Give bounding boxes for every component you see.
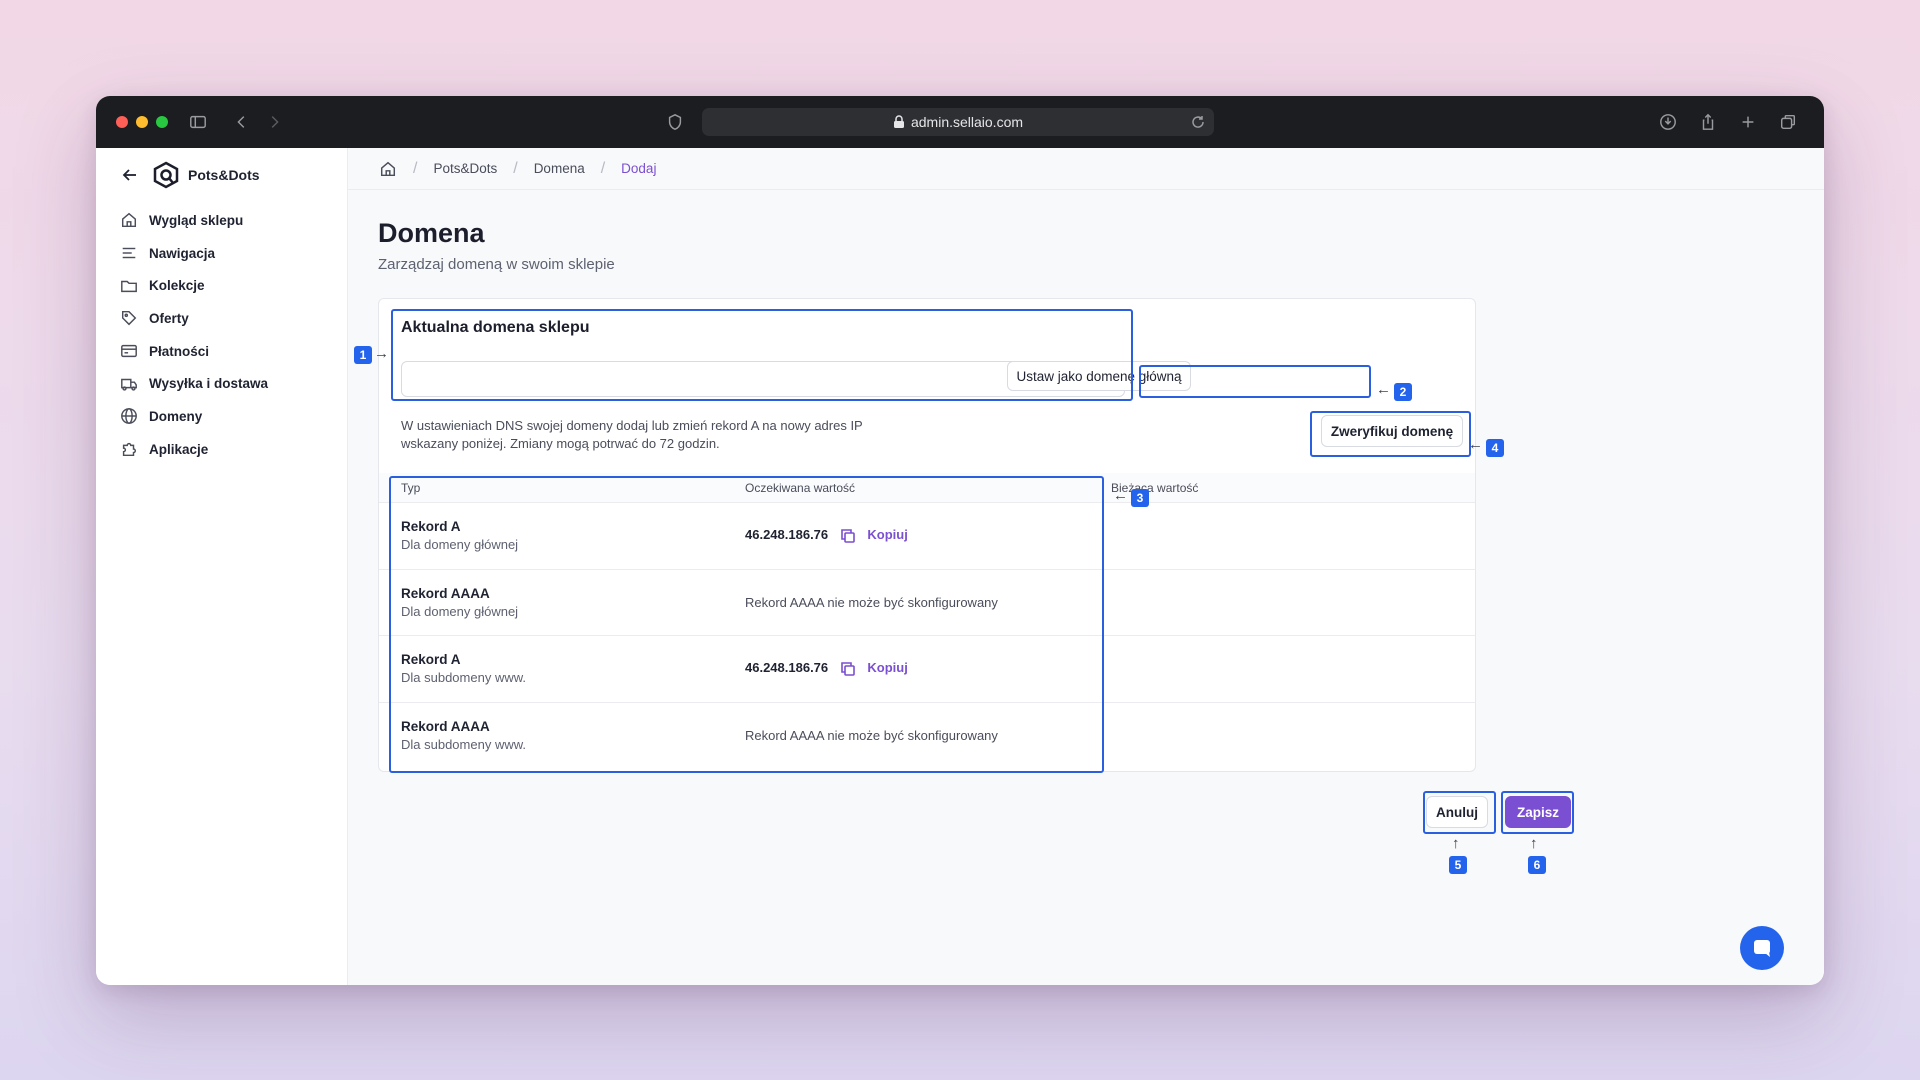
sidebar-header: Pots&Dots	[120, 160, 260, 190]
sidebar-item-label: Nawigacja	[149, 245, 216, 261]
window-controls	[116, 116, 168, 128]
address-bar[interactable]: admin.sellaio.com	[702, 108, 1214, 136]
annotation-badge-1: 1	[354, 346, 372, 364]
menu-lines-icon	[122, 247, 136, 259]
annotation-badge-2: 2	[1394, 383, 1412, 401]
chat-support-button[interactable]	[1740, 926, 1784, 970]
annotation-badge-5: 5	[1449, 856, 1467, 874]
home-icon	[121, 213, 137, 228]
globe-icon	[121, 408, 137, 425]
breadcrumb-separator: /	[513, 159, 518, 177]
annotation-box-6	[1501, 791, 1574, 834]
sidebar-item-label: Aplikacje	[149, 441, 209, 457]
sidebar-item-wysylka[interactable]: Wysyłka i dostawa	[120, 367, 340, 400]
close-window-button[interactable]	[116, 116, 128, 128]
share-icon[interactable]	[1696, 110, 1720, 134]
arrow-left-icon: ←	[1468, 436, 1483, 453]
annotation-box-5	[1423, 791, 1496, 834]
sidebar-item-label: Płatności	[149, 343, 210, 359]
store-logo-icon	[153, 161, 179, 189]
arrow-left-icon: ←	[1376, 381, 1391, 398]
breadcrumb-domena[interactable]: Domena	[534, 161, 585, 176]
arrow-up-icon: ↑	[1452, 835, 1460, 852]
annotation-box-2	[1139, 365, 1371, 398]
sidebar-item-label: Domeny	[149, 408, 203, 424]
reload-icon[interactable]	[1190, 114, 1206, 130]
puzzle-icon	[122, 443, 136, 457]
breadcrumb-separator: /	[600, 159, 606, 177]
page-subtitle: Zarządzaj domeną w swoim sklepie	[378, 256, 615, 273]
sidebar-item-aplikacje[interactable]: Aplikacje	[120, 433, 340, 466]
truck-icon	[121, 378, 137, 391]
download-icon[interactable]	[1656, 110, 1680, 134]
sidebar: Pots&Dots Wygląd sklepu Nawigacja Kolekc…	[96, 148, 348, 985]
dns-instructions: W ustawieniach DNS swojej domeny dodaj l…	[401, 418, 863, 451]
breadcrumb-current: Dodaj	[621, 161, 657, 176]
privacy-shield-icon[interactable]	[663, 110, 687, 134]
maximize-window-button[interactable]	[156, 116, 168, 128]
annotation-box-4	[1310, 411, 1471, 457]
arrow-up-icon: ↑	[1530, 835, 1538, 852]
domain-card: Aktualna domena sklepu Ustaw jako domenę…	[378, 298, 1476, 773]
sidebar-item-label: Oferty	[149, 310, 189, 326]
tag-icon	[121, 311, 137, 326]
sidebar-item-label: Kolekcje	[149, 278, 205, 294]
chat-bubble-icon	[1754, 940, 1770, 957]
annotation-box-1	[391, 309, 1133, 401]
annotation-badge-4: 4	[1486, 439, 1504, 457]
sidebar-nav: Wygląd sklepu Nawigacja Kolekcje Oferty …	[120, 204, 340, 466]
arrow-left-icon: ←	[1113, 487, 1128, 504]
sidebar-item-wyglad-sklepu[interactable]: Wygląd sklepu	[120, 204, 340, 237]
forward-nav-icon[interactable]	[262, 110, 286, 134]
store-name[interactable]: Pots&Dots	[188, 167, 260, 183]
new-tab-icon[interactable]	[1736, 110, 1760, 134]
browser-titlebar: admin.sellaio.com	[96, 96, 1824, 148]
folder-icon	[121, 280, 137, 292]
main-content: / Pots&Dots / Domena / Dodaj Domena Zarz…	[348, 148, 1824, 985]
header-current: Bieżąca wartość	[1111, 480, 1199, 495]
lock-icon	[893, 115, 904, 128]
card-icon	[121, 344, 137, 358]
home-breadcrumb-icon[interactable]	[379, 160, 397, 178]
annotation-box-3	[389, 476, 1104, 773]
sidebar-item-kolekcje[interactable]: Kolekcje	[120, 269, 340, 302]
sidebar-item-platnosci[interactable]: Płatności	[120, 335, 340, 368]
browser-window: admin.sellaio.com Pots&Dots Wygląd sklep…	[96, 96, 1824, 985]
tabs-overview-icon[interactable]	[1776, 110, 1800, 134]
back-arrow-icon[interactable]	[120, 165, 140, 185]
annotation-badge-3: 3	[1131, 489, 1149, 507]
sidebar-item-nawigacja[interactable]: Nawigacja	[120, 237, 340, 270]
breadcrumb: / Pots&Dots / Domena / Dodaj	[348, 148, 1824, 190]
sidebar-item-label: Wysyłka i dostawa	[149, 376, 269, 392]
minimize-window-button[interactable]	[136, 116, 148, 128]
breadcrumb-separator: /	[413, 159, 418, 177]
sidebar-item-oferty[interactable]: Oferty	[120, 302, 340, 335]
annotation-badge-6: 6	[1528, 856, 1546, 874]
url-text: admin.sellaio.com	[910, 114, 1024, 130]
page-title: Domena	[378, 218, 485, 248]
arrow-right-icon: →	[374, 345, 389, 362]
back-nav-icon[interactable]	[230, 110, 254, 134]
sidebar-toggle-icon[interactable]	[186, 110, 210, 134]
sidebar-item-domeny[interactable]: Domeny	[120, 400, 340, 433]
sidebar-item-label: Wygląd sklepu	[149, 212, 244, 228]
breadcrumb-store[interactable]: Pots&Dots	[433, 161, 497, 176]
